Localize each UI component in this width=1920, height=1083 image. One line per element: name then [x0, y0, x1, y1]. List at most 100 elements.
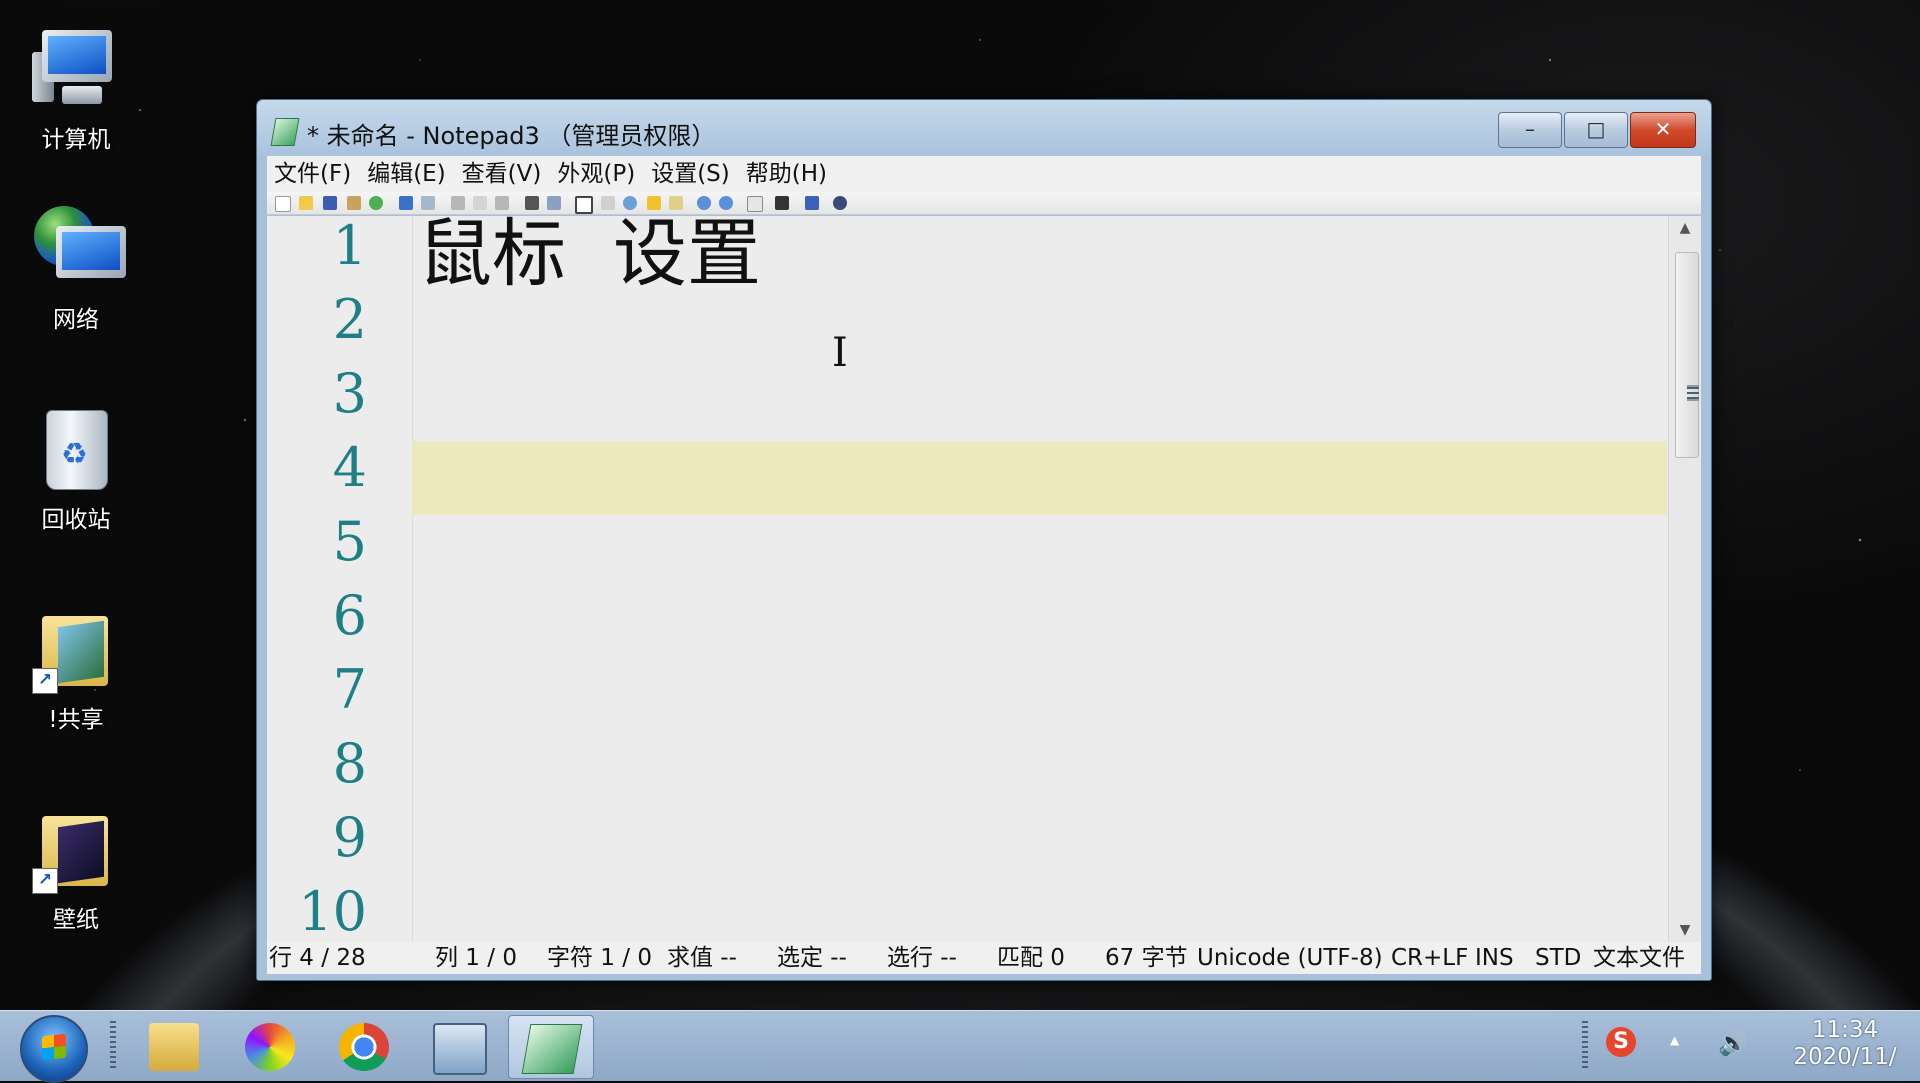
shortcut-arrow-icon: ↗ [32, 668, 58, 694]
undo-icon[interactable] [399, 196, 413, 210]
select-all-icon[interactable] [601, 196, 615, 210]
computer-icon [32, 26, 120, 114]
status-selected-lines[interactable]: 选行 -- [887, 942, 957, 974]
clock-date: 2020/11/ [1793, 1044, 1897, 1070]
clock[interactable]: 11:34 2020/11/ [1790, 1017, 1900, 1071]
status-match[interactable]: 匹配 0 [997, 942, 1065, 974]
schema-icon[interactable] [747, 196, 763, 212]
notepad3-icon [521, 1024, 583, 1074]
taskbar-grip[interactable] [110, 1021, 116, 1071]
editor[interactable]: 1 2 3 4 5 6 7 8 9 10 鼠标 设置 I ▲ ▼ [267, 216, 1701, 942]
find-icon[interactable] [525, 196, 539, 210]
menu-view[interactable]: 查看(V) [455, 156, 551, 190]
favorites-icon[interactable] [647, 196, 661, 210]
desktop-icon-label: 网络 [53, 307, 99, 333]
line-number: 4 [332, 436, 367, 499]
taskbar-remote-desktop[interactable] [416, 1015, 500, 1077]
taskbar-photos[interactable] [228, 1015, 312, 1077]
taskbar-file-explorer[interactable] [132, 1015, 216, 1077]
scroll-up-arrow-icon[interactable]: ▲ [1669, 220, 1701, 236]
file-explorer-icon [149, 1023, 199, 1071]
notepad3-app-icon[interactable] [270, 118, 300, 146]
maximize-button[interactable]: □ [1564, 112, 1628, 148]
status-eol[interactable]: CR+LF [1391, 942, 1468, 974]
customize-icon[interactable] [775, 196, 789, 210]
photos-pinwheel-icon [245, 1023, 295, 1071]
desktop-icon-label: !共享 [48, 707, 104, 733]
reload-icon[interactable] [369, 196, 383, 210]
save-icon[interactable] [323, 196, 337, 210]
scrollbar-thumb[interactable] [1675, 252, 1699, 458]
zoom-icon[interactable] [623, 196, 637, 210]
add-favorite-icon[interactable] [669, 196, 683, 210]
menu-file[interactable]: 文件(F) [267, 156, 360, 190]
line-number: 8 [332, 732, 367, 795]
status-bytes[interactable]: 67 字节 [1105, 942, 1188, 974]
zoom-in-icon[interactable] [697, 196, 711, 210]
menu-appearance[interactable]: 外观(P) [550, 156, 644, 190]
line-number: 5 [332, 510, 367, 573]
word-wrap-icon[interactable] [575, 196, 593, 214]
remote-desktop-icon [433, 1023, 487, 1075]
tray-grip[interactable] [1582, 1021, 1588, 1071]
text-area[interactable]: 鼠标 设置 I [412, 216, 1667, 942]
status-filetype[interactable]: 文本文件 [1593, 942, 1685, 974]
status-char[interactable]: 字符 1 / 0 [547, 942, 652, 974]
zoom-out-icon[interactable] [719, 196, 733, 210]
paste-icon[interactable] [495, 196, 509, 210]
line-number: 9 [332, 806, 367, 869]
line-number: 2 [332, 288, 367, 351]
cut-icon[interactable] [451, 196, 465, 210]
open-folder-icon[interactable] [299, 196, 313, 210]
redo-icon[interactable] [421, 196, 435, 210]
show-hidden-icons-arrow-icon[interactable]: ▲ [1670, 1033, 1679, 1047]
network-icon [32, 206, 126, 294]
vertical-scrollbar[interactable]: ▲ ▼ [1668, 216, 1701, 942]
desktop-icon-label: 回收站 [41, 507, 111, 533]
status-column[interactable]: 列 1 / 0 [435, 942, 517, 974]
shortcut-arrow-icon: ↗ [32, 868, 58, 894]
desktop-icon-network[interactable]: 网络 [18, 206, 134, 334]
desktop-icon-label: 计算机 [41, 127, 111, 153]
menu-settings[interactable]: 设置(S) [644, 156, 739, 190]
taskbar-notepad3[interactable] [508, 1015, 594, 1079]
title-bar[interactable]: * 未命名 - Notepad3 （管理员权限） – □ ✕ [257, 100, 1711, 152]
new-file-icon[interactable] [275, 196, 291, 212]
menu-edit[interactable]: 编辑(E) [360, 156, 454, 190]
save-as-icon[interactable] [347, 196, 361, 210]
line-number: 3 [332, 362, 367, 425]
minimize-button[interactable]: – [1498, 112, 1562, 148]
desktop-icon-wallpaper[interactable]: ↗ 壁纸 [18, 806, 134, 934]
taskbar-chrome[interactable] [322, 1015, 406, 1077]
scroll-down-arrow-icon[interactable]: ▼ [1669, 922, 1701, 938]
start-button[interactable] [20, 1015, 88, 1083]
status-line[interactable]: 行 4 / 28 [269, 942, 366, 974]
taskbar: S ▲ 🔊 11:34 2020/11/ [0, 1010, 1920, 1083]
menu-help[interactable]: 帮助(H) [739, 156, 836, 190]
status-ins[interactable]: INS [1475, 942, 1514, 974]
desktop-icon-recycle-bin[interactable]: 回收站 [18, 406, 134, 534]
window-title: * 未命名 - Notepad3 （管理员权限） [307, 122, 716, 150]
pin-icon[interactable] [805, 196, 819, 210]
exit-icon[interactable] [833, 196, 847, 210]
status-eval[interactable]: 求值 -- [667, 942, 737, 974]
status-std[interactable]: STD [1535, 942, 1581, 974]
folder-shortcut-icon: ↗ [32, 606, 120, 694]
copy-icon[interactable] [473, 196, 487, 210]
sogou-ime-icon[interactable]: S [1606, 1027, 1636, 1057]
close-button[interactable]: ✕ [1630, 112, 1696, 148]
desktop-icon-computer[interactable]: 计算机 [18, 26, 134, 154]
line-number: 7 [332, 658, 367, 721]
replace-icon[interactable] [547, 196, 561, 210]
line-number: 1 [332, 216, 367, 277]
recycle-bin-icon [32, 406, 120, 494]
text-line-1[interactable]: 鼠标 设置 [418, 216, 761, 294]
status-bar: 行 4 / 28 列 1 / 0 字符 1 / 0 求值 -- 选定 -- 选行… [267, 942, 1701, 974]
status-encoding[interactable]: Unicode (UTF-8) [1197, 942, 1383, 974]
notepad3-window[interactable]: * 未命名 - Notepad3 （管理员权限） – □ ✕ 文件(F) 编辑(E… [256, 99, 1712, 981]
text-cursor-icon: I [832, 330, 848, 376]
status-selected[interactable]: 选定 -- [777, 942, 847, 974]
toolbar [267, 192, 1701, 215]
desktop-icon-share[interactable]: ↗ !共享 [18, 606, 134, 734]
volume-icon[interactable]: 🔊 [1718, 1029, 1748, 1057]
